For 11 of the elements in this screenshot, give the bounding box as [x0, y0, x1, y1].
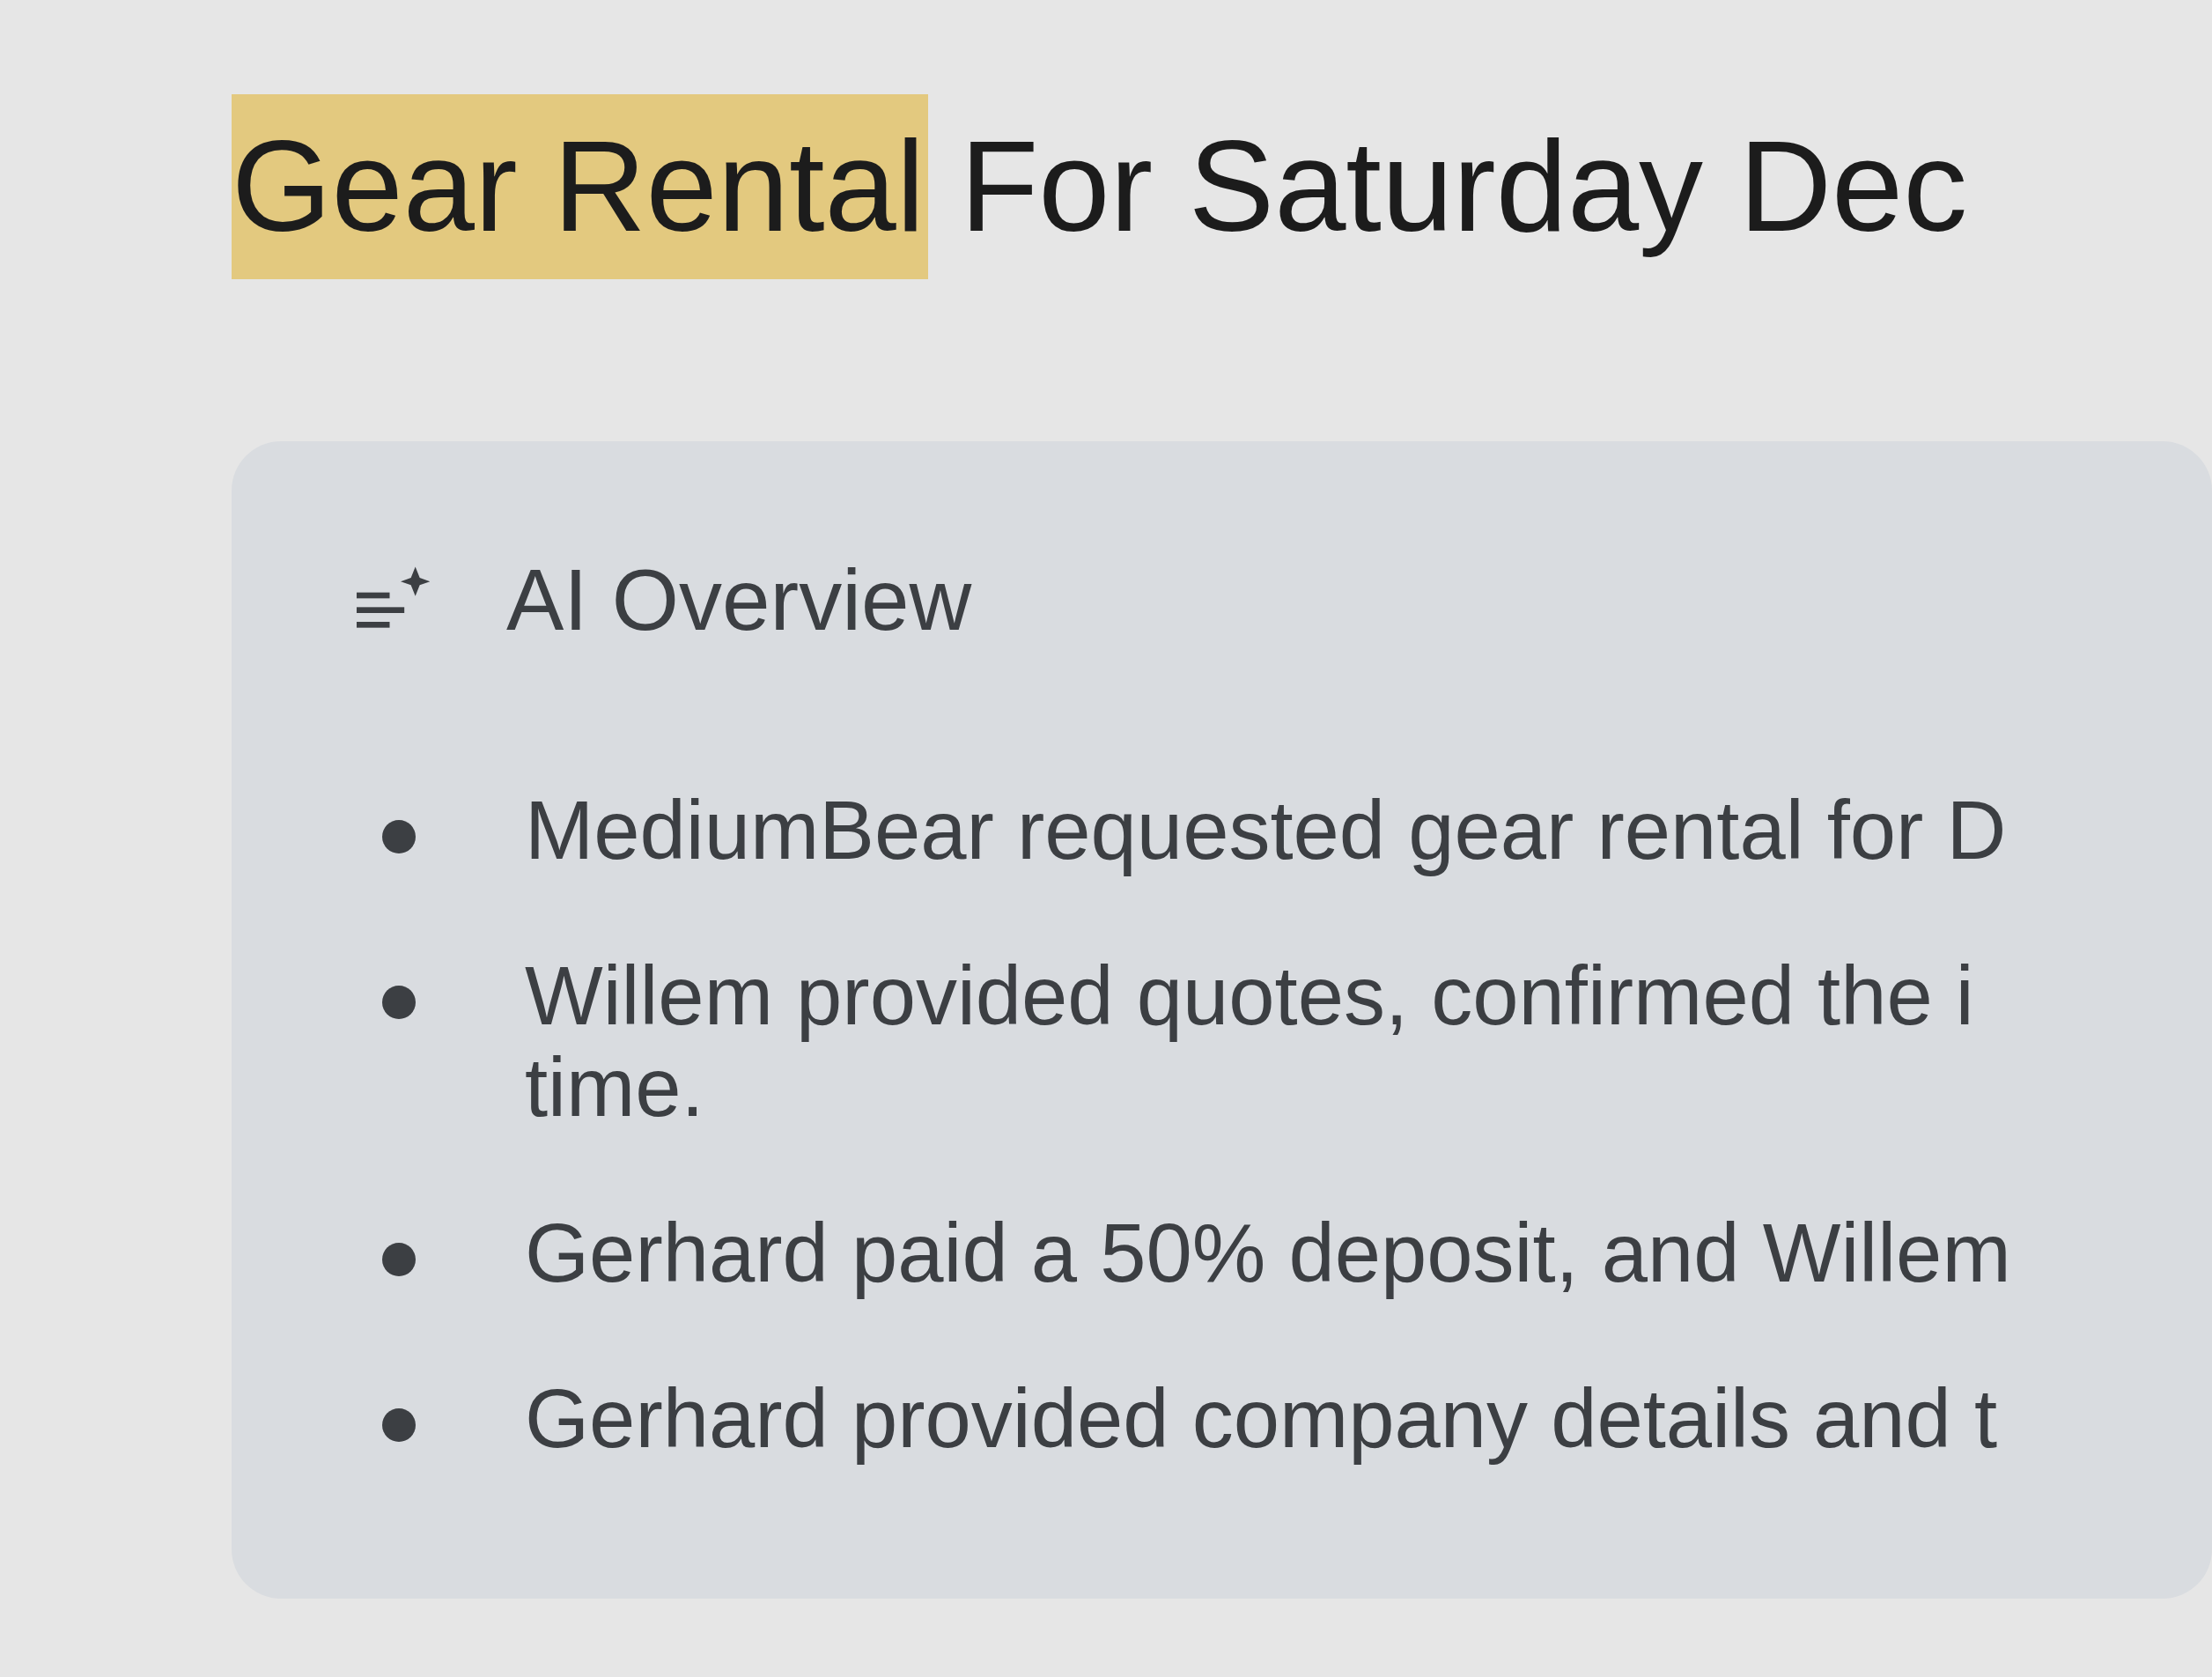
bullet-icon	[382, 986, 416, 1019]
bullet-icon	[382, 820, 416, 853]
overview-heading: AI Overview	[506, 557, 972, 643]
summary-text: MediumBear requested gear rental for D	[525, 785, 2007, 876]
summary-text: Gerhard provided company details and t	[525, 1373, 1998, 1465]
highlighted-title-text: Gear Rental	[232, 94, 929, 279]
summary-text: Willem provided quotes, confirmed the i time.	[525, 950, 1974, 1134]
bullet-icon	[382, 1408, 416, 1442]
bullet-icon	[382, 1243, 416, 1276]
summary-text: Gerhard paid a 50% deposit, and Willem	[525, 1208, 2011, 1299]
email-subject-text: For Saturday Dec	[960, 114, 1968, 260]
